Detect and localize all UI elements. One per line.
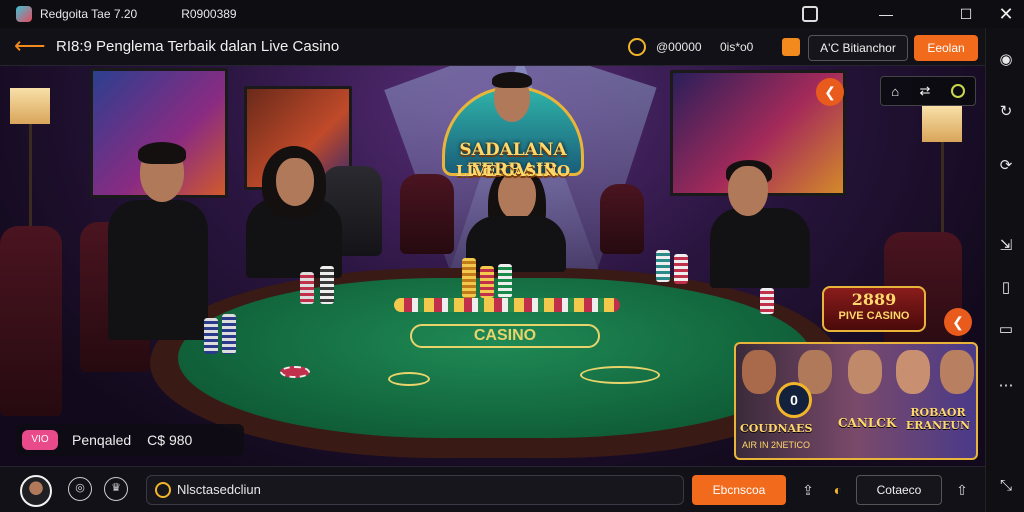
share-icon[interactable]: ⇄ bbox=[919, 83, 930, 99]
notification-value: C$ 980 bbox=[147, 432, 193, 448]
crown-icon[interactable]: ♛ bbox=[104, 477, 128, 501]
status-value: 0is*o0 bbox=[720, 40, 754, 54]
logo-host-hair bbox=[492, 72, 532, 88]
chip-stack bbox=[656, 250, 670, 282]
collapse-arrow-icon[interactable]: ❮ bbox=[816, 78, 844, 106]
emoji-icon[interactable] bbox=[155, 482, 171, 498]
notification-tag: VIO bbox=[22, 430, 58, 450]
logo-text-line2: LIVE CASINO bbox=[455, 162, 571, 180]
chip-stack bbox=[462, 258, 476, 298]
chip-stack bbox=[674, 254, 688, 284]
chip-stack bbox=[222, 314, 236, 354]
chip bbox=[280, 366, 310, 378]
window-icon[interactable]: ▭ bbox=[996, 320, 1016, 340]
chip-stack bbox=[300, 272, 314, 304]
chair bbox=[600, 184, 644, 254]
promo-title-right: ROBAOR ERANEUN bbox=[905, 406, 971, 432]
chat-input-text: Nlsctasedcliun bbox=[177, 482, 261, 497]
promo-badge-text: PIVE CASINO bbox=[838, 310, 910, 322]
right-rail: ◉ ↻ ⟳ ⇲ ▯ ▭ ⋯ ⤡ bbox=[985, 28, 1024, 512]
stage-toolbar: ⌂ ⇄ bbox=[880, 76, 976, 106]
promo-title-left: COUDNAES bbox=[740, 422, 813, 435]
header-outline-button[interactable]: A'C Bitianchor bbox=[808, 35, 908, 61]
promo-ring-number: 0 bbox=[776, 382, 812, 418]
live-video-stage[interactable]: CASINO SADALANA TERBAIR LIVE CASINO ⌂ ⇄ … bbox=[0, 66, 985, 466]
avatar[interactable] bbox=[20, 475, 52, 507]
expand-arrow-icon[interactable]: ❮ bbox=[944, 308, 972, 336]
chip-stack bbox=[498, 264, 512, 298]
chip-stack bbox=[480, 266, 494, 298]
maximize-button[interactable]: ☐ bbox=[956, 4, 976, 24]
screenshot-icon[interactable] bbox=[802, 6, 818, 22]
chip-stack bbox=[204, 318, 218, 354]
record-icon[interactable] bbox=[950, 84, 965, 98]
promo-card[interactable]: 0 COUDNAES CANLCK ROBAOR ERANEUN AIR IN … bbox=[734, 342, 978, 460]
chat-input[interactable]: Nlsctasedcliun bbox=[146, 475, 684, 505]
chip-row bbox=[394, 298, 620, 312]
minimize-button[interactable]: — bbox=[876, 4, 896, 24]
notification-toast[interactable]: VIO Penqaled C$ 980 bbox=[16, 424, 244, 456]
promo-footer: AIR IN 2NETICO bbox=[742, 440, 811, 450]
back-arrow-icon[interactable]: ⟵ bbox=[14, 33, 46, 61]
window-title: Redgoita Tae 7.20 bbox=[40, 7, 138, 21]
dealer-left bbox=[240, 146, 350, 278]
promo-badge-number: 2889 bbox=[851, 290, 897, 309]
promo-title-mid: CANLCK bbox=[838, 416, 897, 430]
send-button[interactable]: Ebcnscoa bbox=[692, 475, 786, 505]
page-title: RI8:9 Penglema Terbaik dalan Live Casino bbox=[56, 38, 340, 55]
dealer-right bbox=[690, 160, 820, 290]
promo-badge[interactable]: 2889 PIVE CASINO bbox=[822, 286, 926, 332]
outline-action-button[interactable]: Cotaeco bbox=[856, 475, 942, 505]
notification-label: Penqaled bbox=[72, 432, 132, 448]
phone-icon[interactable]: ▯ bbox=[996, 278, 1016, 298]
more-icon[interactable]: ⋯ bbox=[996, 376, 1016, 396]
coin-icon[interactable]: ◐ bbox=[828, 480, 848, 500]
chip-stack bbox=[320, 266, 334, 304]
promo-face bbox=[742, 350, 776, 394]
chair bbox=[0, 226, 62, 416]
close-button[interactable]: ✕ bbox=[996, 4, 1016, 24]
promo-face bbox=[896, 350, 930, 394]
felt-label: CASINO bbox=[410, 324, 600, 348]
promo-face bbox=[848, 350, 882, 394]
header-primary-button[interactable]: Eeolan bbox=[914, 35, 978, 61]
window-subtitle: R0900389 bbox=[181, 7, 237, 21]
gift-icon[interactable] bbox=[782, 38, 800, 56]
lamp bbox=[10, 88, 50, 124]
lamp bbox=[922, 106, 962, 142]
bet-spot[interactable] bbox=[388, 372, 430, 386]
coin-icon bbox=[628, 38, 646, 56]
app-logo-icon bbox=[16, 6, 32, 22]
window-titlebar: Redgoita Tae 7.20 R0900389 — ☐ ✕ bbox=[0, 0, 1024, 28]
casino-logo-banner: SADALANA TERBAIR LIVE CASINO bbox=[432, 72, 594, 192]
share-icon[interactable]: ⇲ bbox=[996, 236, 1016, 256]
bet-spot[interactable] bbox=[580, 366, 660, 384]
camera-icon[interactable]: ◎ bbox=[68, 477, 92, 501]
camera-icon[interactable]: ◉ bbox=[996, 50, 1016, 70]
player-left bbox=[108, 142, 228, 342]
home-icon[interactable]: ⌂ bbox=[891, 84, 899, 99]
bottom-bar: ◎ ♛ Nlsctasedcliun Ebcnscoa ⇪ ◐ Cotaeco … bbox=[0, 466, 985, 512]
promo-face bbox=[940, 350, 974, 394]
share-icon[interactable]: ⇪ bbox=[798, 480, 818, 500]
arrow-icon[interactable]: ⇧ bbox=[952, 480, 972, 500]
refresh-icon[interactable]: ↻ bbox=[996, 102, 1016, 122]
sync-icon[interactable]: ⟳ bbox=[996, 156, 1016, 176]
balance-value: @00000 bbox=[656, 40, 702, 54]
close-expand-icon[interactable]: ⤡ bbox=[996, 476, 1016, 496]
chip-stack bbox=[760, 288, 774, 314]
